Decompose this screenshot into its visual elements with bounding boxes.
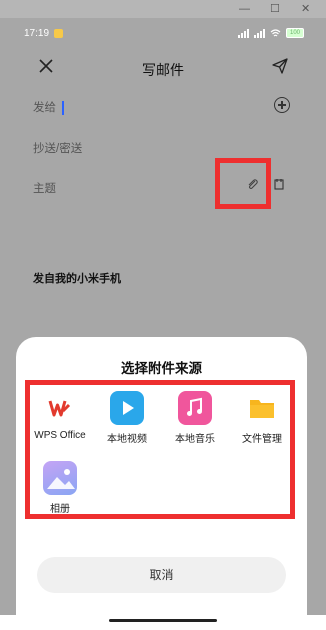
cancel-button[interactable]: 取消 (37, 557, 286, 593)
text-cursor (62, 100, 64, 115)
gesture-bar (0, 615, 326, 630)
close-window-icon[interactable]: ✕ (301, 2, 310, 16)
option-local-video[interactable]: 本地视频 (92, 391, 162, 445)
option-label: 相册 (50, 504, 70, 515)
to-field[interactable]: 发给 (33, 99, 64, 115)
paperclip-icon[interactable] (246, 178, 258, 190)
attachment-highlight (215, 158, 271, 209)
subject-field[interactable]: 主题 (33, 180, 56, 196)
option-photo-album[interactable]: 相册 (25, 461, 95, 515)
cc-bcc-label: 抄送/密送 (33, 143, 83, 155)
option-local-music[interactable]: 本地音乐 (160, 391, 230, 445)
maximize-icon[interactable]: ☐ (270, 2, 280, 16)
photo-album-icon (43, 461, 77, 495)
home-indicator[interactable] (109, 619, 217, 622)
notification-icon (54, 29, 63, 38)
add-recipient-icon[interactable] (274, 97, 290, 113)
option-label: 文件管理 (242, 434, 282, 445)
option-label: WPS Office (34, 430, 86, 441)
option-wps-office[interactable]: WPS Office (25, 391, 95, 441)
play-video-icon (110, 391, 144, 425)
music-note-icon (178, 391, 212, 425)
send-icon[interactable] (272, 58, 288, 74)
sheet-title: 选择附件来源 (121, 361, 202, 376)
attachment-source-sheet: 选择附件来源 WPS Office 本地视频 本地音乐 文件管理 相册 取消 (16, 337, 307, 615)
signal-icon (238, 28, 249, 38)
compose-header: 写邮件 (0, 46, 326, 90)
window-chrome: — ☐ ✕ (0, 0, 326, 18)
signal-2-icon (254, 28, 265, 38)
minimize-icon[interactable]: — (239, 2, 250, 16)
option-file-manager[interactable]: 文件管理 (227, 391, 297, 445)
status-bar: 17:19 100 (0, 22, 326, 46)
to-label: 发给 (33, 102, 56, 114)
battery-icon: 100 (286, 28, 304, 38)
subject-label: 主题 (33, 183, 56, 195)
status-time: 17:19 (24, 28, 50, 39)
email-signature: 发自我的小米手机 (33, 273, 121, 285)
wps-office-icon (43, 391, 77, 425)
wifi-icon (270, 28, 281, 36)
folder-icon (245, 391, 279, 425)
template-icon[interactable] (274, 178, 284, 190)
cc-bcc-field[interactable]: 抄送/密送 (33, 140, 82, 156)
option-label: 本地视频 (107, 434, 147, 445)
option-label: 本地音乐 (175, 434, 215, 445)
